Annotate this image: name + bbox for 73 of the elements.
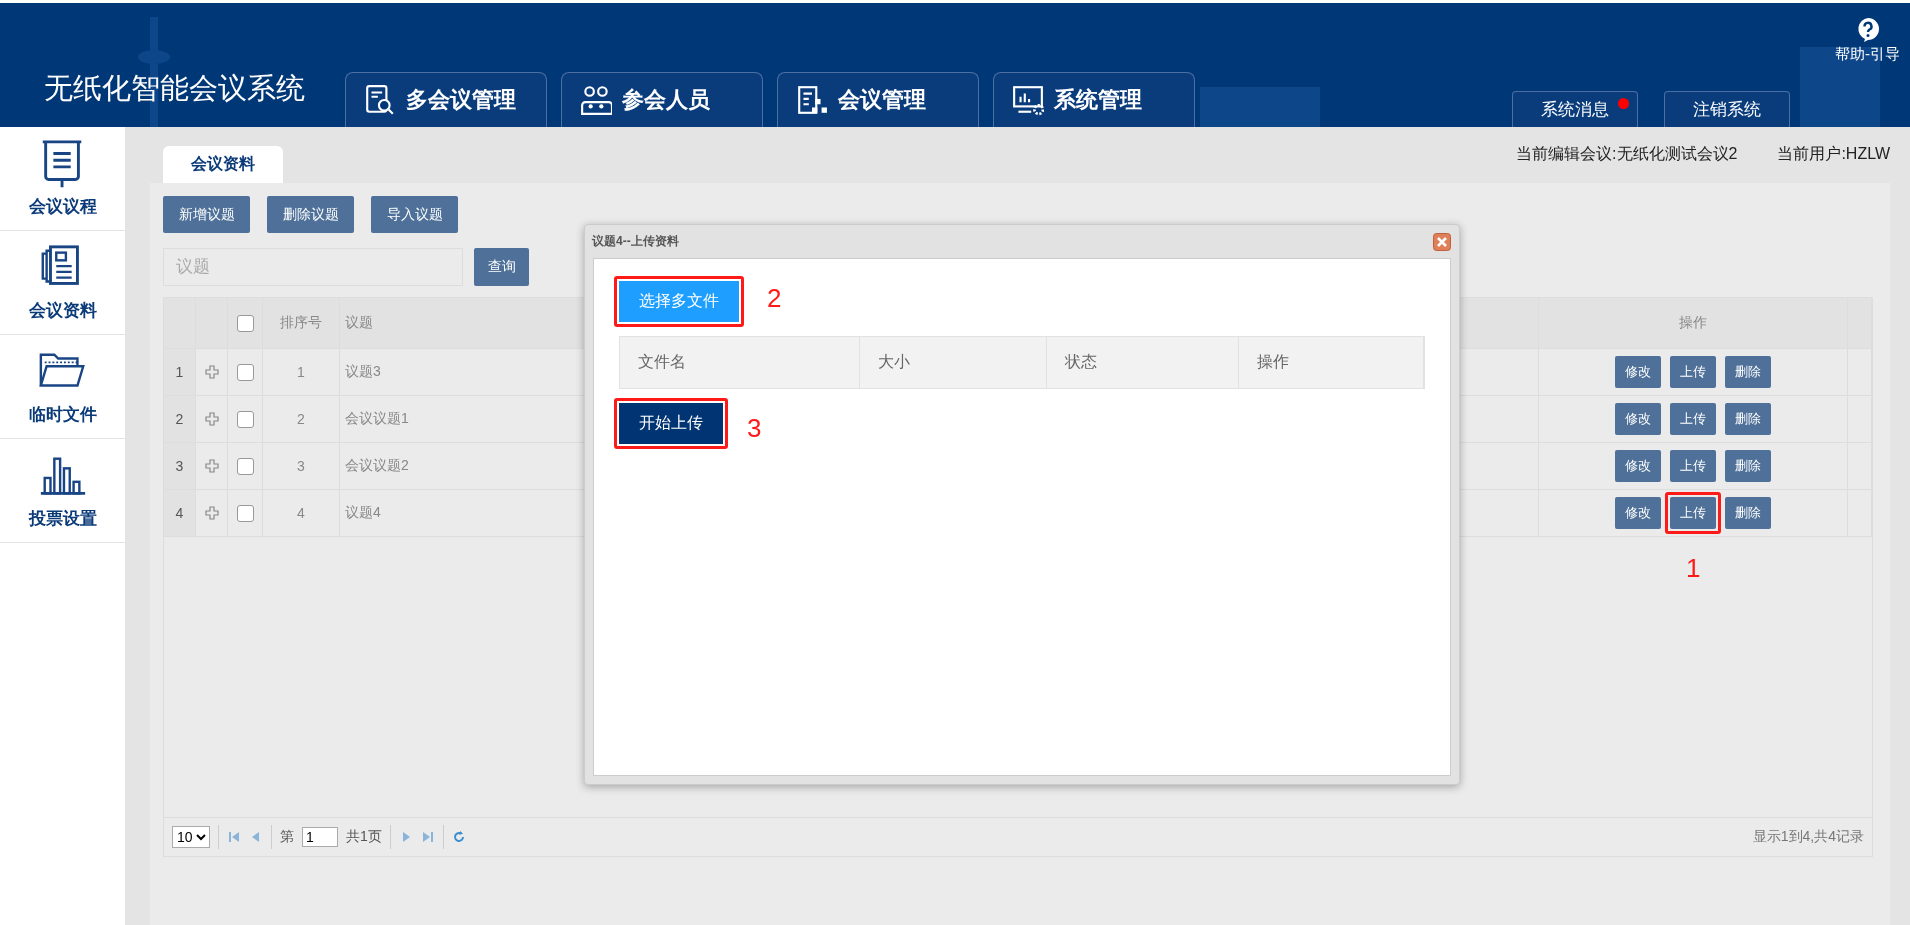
row-action-button[interactable]: 删除	[1725, 356, 1771, 388]
column-header: 操作	[1539, 298, 1848, 348]
row-action-button[interactable]: 上传	[1670, 356, 1716, 388]
dialog-title: 议题4--上传资料	[592, 233, 679, 250]
column-header: 排序号	[263, 298, 340, 348]
row-action-button[interactable]: 修改	[1615, 497, 1661, 529]
sidebar-item[interactable]: 会议议程	[0, 127, 125, 231]
column-header: 文件名	[620, 337, 860, 388]
annotation-number: 1	[1686, 553, 1701, 584]
row-action-button[interactable]: 上传	[1670, 403, 1716, 435]
page-total: 共1页	[346, 828, 382, 846]
tab[interactable]: 会议资料	[163, 146, 283, 183]
sidebar-item[interactable]: 会议资料	[0, 231, 125, 335]
nav-tab[interactable]: 会议管理	[777, 72, 979, 127]
first-page-icon[interactable]	[227, 830, 241, 844]
page-field[interactable]: 1	[302, 827, 338, 847]
expand-icon[interactable]	[204, 412, 219, 426]
checkbox[interactable]	[236, 410, 254, 428]
row-action-button[interactable]: 修改	[1615, 450, 1661, 482]
nav-tab[interactable]: 系统管理	[993, 72, 1195, 127]
expand-icon[interactable]	[204, 459, 219, 473]
last-page-icon[interactable]	[420, 830, 435, 844]
header-link[interactable]: 注销系统	[1664, 91, 1790, 127]
table-cell: 1	[263, 349, 340, 395]
current-meeting: 当前编辑会议:无纸化测试会议2	[1516, 144, 1738, 164]
toolbar-button[interactable]: 新增议题	[163, 196, 250, 233]
column-header: 状态	[1047, 337, 1239, 388]
toolbar-button[interactable]: 导入议题	[371, 196, 458, 233]
row-action-button[interactable]: 上传	[1670, 450, 1716, 482]
expand-icon[interactable]	[204, 365, 219, 379]
row-number: 2	[164, 396, 196, 442]
sidebar-item[interactable]: 临时文件	[0, 335, 125, 439]
nav-tab[interactable]: 参会人员	[561, 72, 763, 127]
checkbox[interactable]	[236, 363, 254, 381]
nav-icon	[580, 84, 612, 116]
column-header: 大小	[860, 337, 1047, 388]
nav-icon	[364, 84, 396, 116]
nav-tab[interactable]: 多会议管理	[345, 72, 547, 127]
app-title: 无纸化智能会议系统	[44, 71, 305, 106]
select-files-button[interactable]: 选择多文件	[619, 281, 739, 322]
sidebar-item[interactable]: 投票设置	[0, 439, 125, 543]
expand-icon[interactable]	[204, 506, 219, 520]
checkbox[interactable]	[236, 314, 254, 332]
table-cell: 2	[263, 396, 340, 442]
current-user: 当前用户:HZLW	[1777, 144, 1890, 164]
nav-icon	[796, 84, 828, 116]
toolbar-button[interactable]: 删除议题	[267, 196, 354, 233]
row-action-button[interactable]: 删除	[1725, 497, 1771, 529]
page-size-select[interactable]: 10	[172, 826, 210, 848]
row-number: 3	[164, 443, 196, 489]
start-upload-button[interactable]: 开始上传	[619, 403, 723, 444]
row-number: 1	[164, 349, 196, 395]
search-field[interactable]: 议题	[163, 248, 463, 286]
help-link[interactable]: 帮助-引导	[1835, 45, 1900, 64]
close-icon[interactable]	[1433, 232, 1451, 251]
checkbox[interactable]	[236, 457, 254, 475]
row-number: 4	[164, 490, 196, 536]
page-label: 第	[280, 828, 294, 846]
nav-icon	[1012, 84, 1044, 116]
record-summary: 显示1到4,共4记录	[1752, 828, 1864, 846]
row-action-button[interactable]: 修改	[1615, 403, 1661, 435]
row-action-button[interactable]: 删除	[1725, 450, 1771, 482]
annotation-number: 3	[747, 413, 762, 444]
header-link[interactable]: 系统消息	[1512, 91, 1638, 127]
search-button[interactable]: 查询	[474, 248, 529, 286]
refresh-icon[interactable]	[451, 830, 466, 844]
row-action-button[interactable]: 修改	[1615, 356, 1661, 388]
row-action-button[interactable]: 上传	[1670, 497, 1716, 529]
table-cell: 4	[263, 490, 340, 536]
row-action-button[interactable]: 删除	[1725, 403, 1771, 435]
column-header: 操作	[1239, 337, 1424, 388]
table-cell: 3	[263, 443, 340, 489]
checkbox[interactable]	[236, 504, 254, 522]
